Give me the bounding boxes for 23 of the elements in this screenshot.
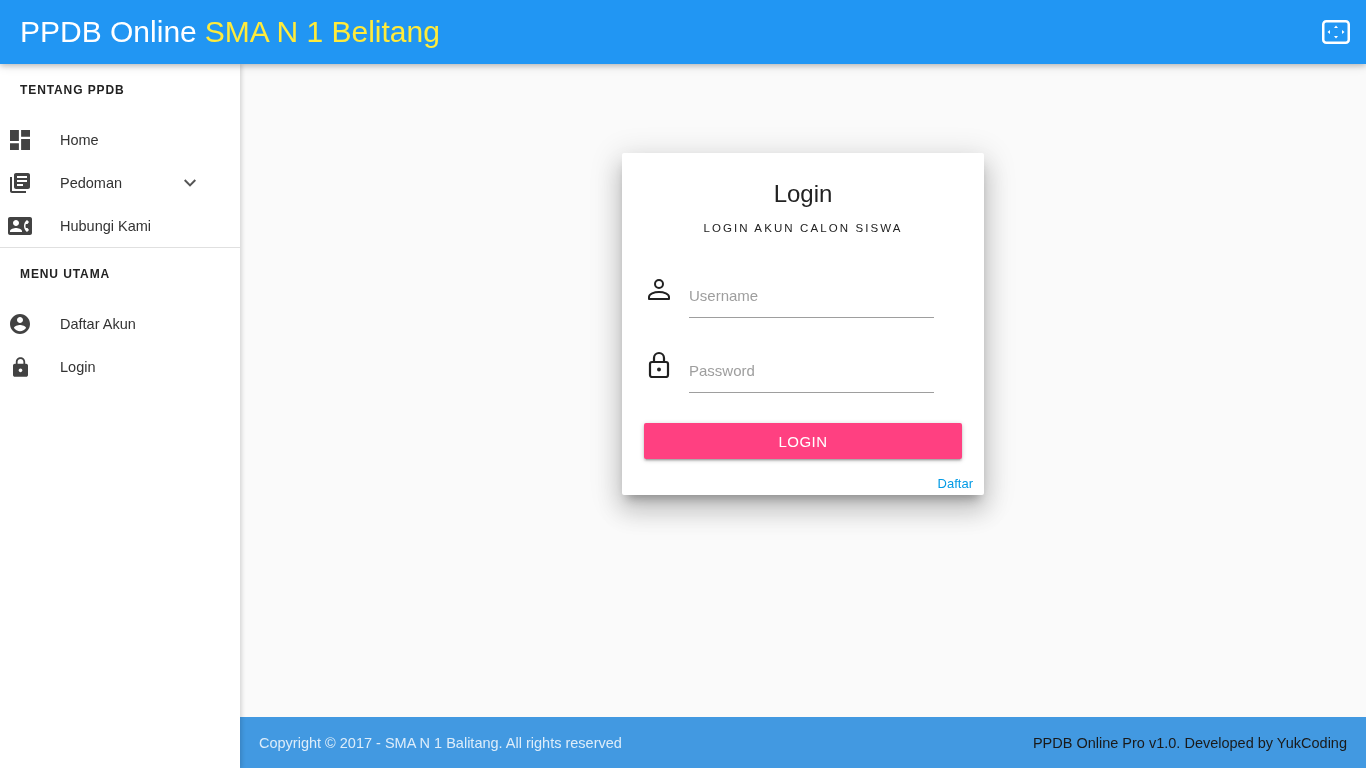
- card-subtitle: LOGIN AKUN CALON SISWA: [703, 221, 903, 236]
- sidebar-item[interactable]: Hubungi Kami: [0, 204, 240, 247]
- lock-icon: [12, 356, 28, 377]
- fullscreen-icon[interactable]: [1322, 20, 1350, 44]
- sidebar-item[interactable]: Daftar Akun: [0, 302, 240, 345]
- app-title: PPDB Online: [20, 15, 197, 49]
- credit-text: PPDB Online Pro v1.0. Developed by YukCoding: [1032, 734, 1347, 751]
- user-icon: [648, 278, 670, 300]
- section-heading: MENU UTAMA: [19, 266, 112, 282]
- copyright-text: Copyright © 2017 - SMA N 1 Balitang. All rights reserved: [259, 734, 622, 751]
- sidebar-item[interactable]: Login: [0, 345, 240, 388]
- section-heading: TENTANG PPDB: [19, 82, 126, 98]
- documents-icon: [10, 172, 30, 193]
- input-field[interactable]: Username: [689, 273, 934, 318]
- sidebar-item[interactable]: Pedoman: [0, 161, 240, 204]
- school-name: SMA N 1 Belitang: [204, 15, 440, 49]
- dashboard-icon: [10, 129, 30, 150]
- input-field[interactable]: Password: [689, 348, 934, 393]
- chevron-down-icon: [184, 178, 196, 187]
- lock-icon: [648, 350, 670, 378]
- sidebar-item[interactable]: Home: [0, 118, 240, 161]
- contact-card-icon: [8, 216, 32, 235]
- card-title: Login: [773, 179, 833, 209]
